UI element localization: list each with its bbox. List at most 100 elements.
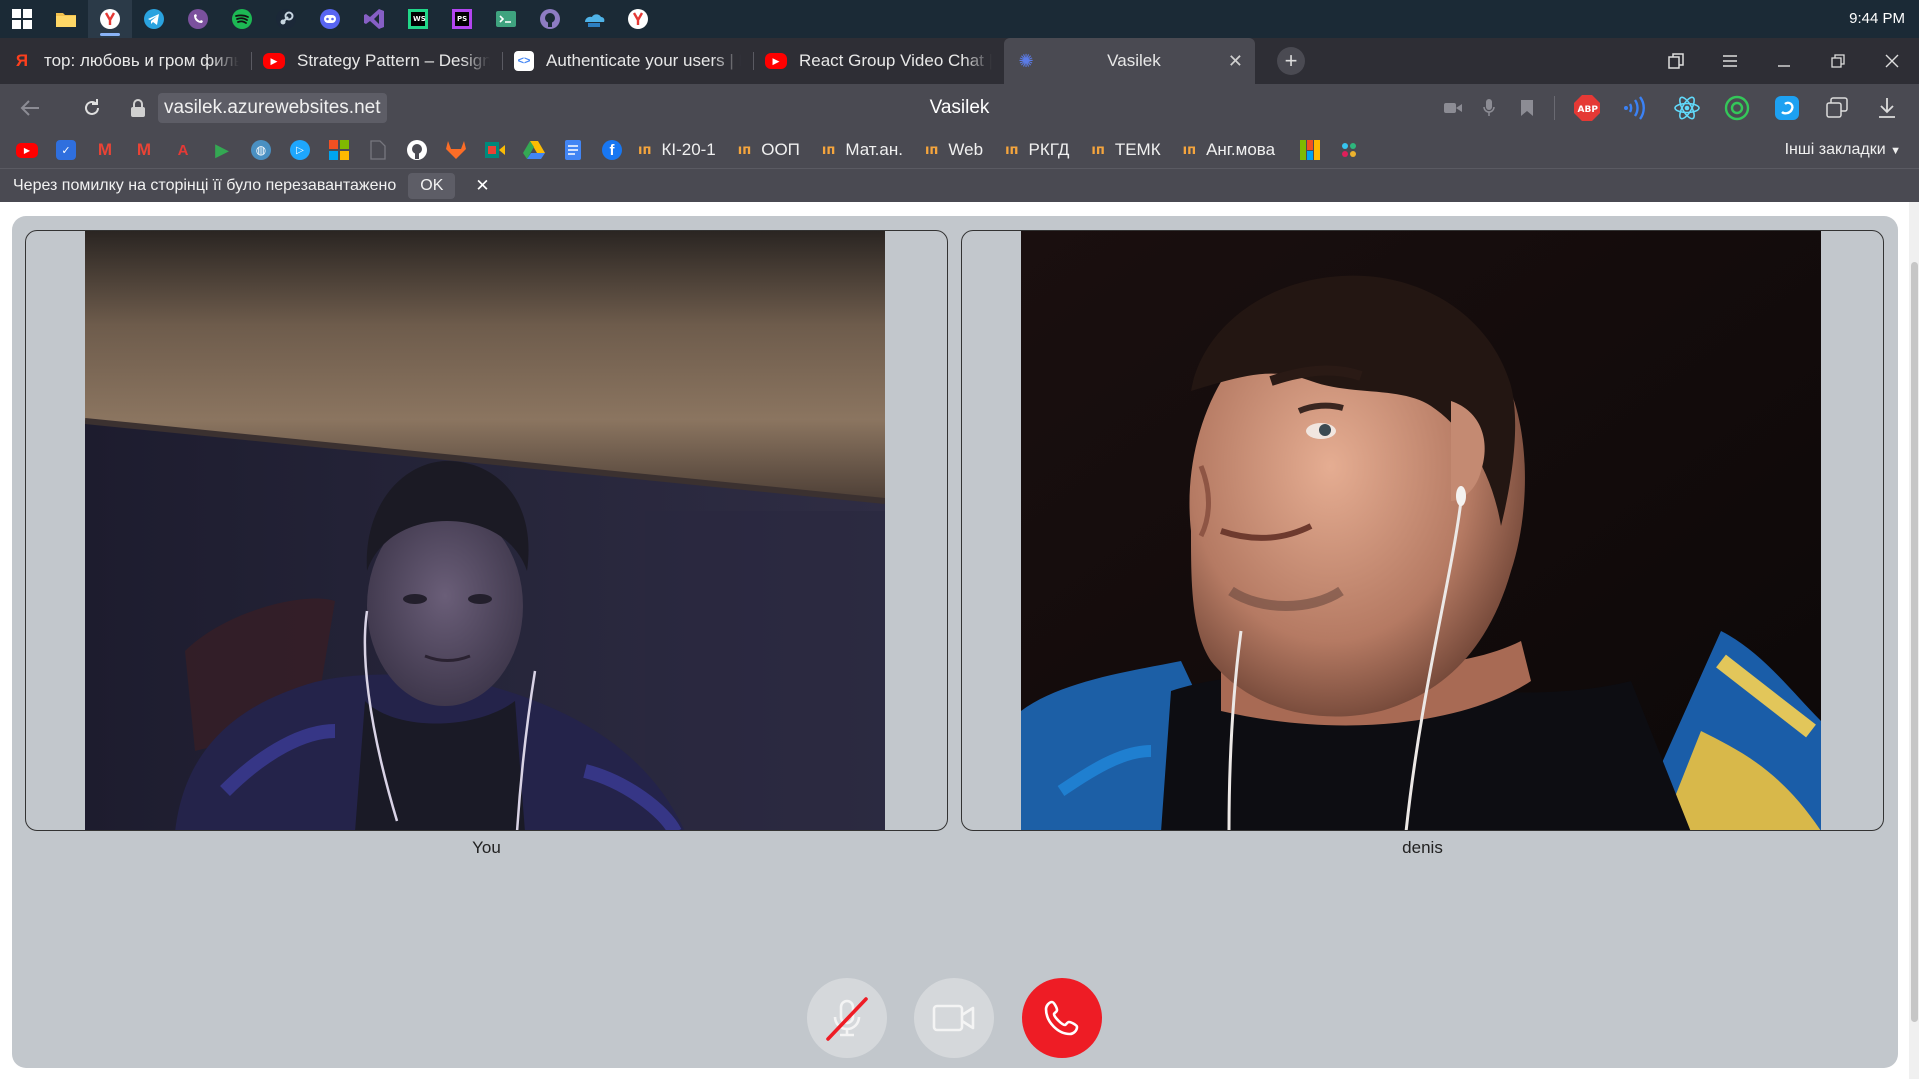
close-window-icon[interactable] (1865, 38, 1919, 84)
svg-text:WS: WS (413, 15, 426, 23)
system-clock[interactable]: 9:44 PM (1849, 0, 1905, 38)
minimize-icon[interactable] (1757, 38, 1811, 84)
infobar-close-icon[interactable]: ✕ (475, 176, 489, 196)
visual-studio-icon[interactable] (352, 0, 396, 38)
close-tab-icon[interactable]: ✕ (1228, 51, 1243, 72)
tab-title: Vasilek (1107, 51, 1161, 70)
windows-start-icon[interactable] (0, 0, 44, 38)
gitlab-bookmark-icon[interactable] (443, 137, 469, 163)
bookmark-folder-rkgd[interactable]: ıп РКГД (1005, 140, 1069, 160)
github-bookmark-icon[interactable] (404, 137, 430, 163)
back-button[interactable] (8, 88, 52, 128)
telegram-icon[interactable] (132, 0, 176, 38)
adblock-plus-icon[interactable]: ABP (1569, 90, 1605, 126)
docs-favicon-icon: <> (514, 51, 534, 71)
call-controls (12, 978, 1898, 1058)
youtube-favicon-icon: ▶ (263, 53, 285, 69)
collections-icon[interactable] (1819, 90, 1855, 126)
drive-bookmark-icon[interactable] (521, 137, 547, 163)
steam-icon[interactable] (264, 0, 308, 38)
meet-bookmark-icon[interactable] (482, 137, 508, 163)
globe-bookmark-icon[interactable]: ◍ (248, 137, 274, 163)
tab-title: Strategy Pattern – Design Patterns (297, 51, 490, 70)
downloads-icon[interactable] (1869, 90, 1905, 126)
webstorm-icon[interactable]: WS (396, 0, 440, 38)
gmail-bookmark-icon-2[interactable]: M (131, 137, 157, 163)
chevron-down-icon: ▼ (1890, 145, 1901, 157)
microphone-indicator-icon[interactable] (1478, 90, 1500, 126)
url-text[interactable]: vasilek.azurewebsites.net (158, 93, 387, 123)
folder-icon: ıп (924, 142, 939, 158)
local-participant-label: You (472, 838, 501, 857)
wifi-extension-icon[interactable] (1619, 90, 1655, 126)
tab-thor-search[interactable]: Я тор: любовь и гром фильм (0, 38, 251, 84)
youtube-bookmark-icon[interactable]: ▶ (14, 137, 40, 163)
toggle-camera-button[interactable] (914, 978, 994, 1058)
tab-title: Authenticate your users | Firebase (546, 51, 741, 70)
viber-icon[interactable] (176, 0, 220, 38)
tab-title: тор: любовь и гром фильм (44, 51, 239, 70)
bookmarks-bar: ▶ ✓ M M A ▶ ◍ ▷ f ıп КІ-20-1 ıп ООП ıп Мат.… (0, 132, 1919, 168)
tab-firebase-auth[interactable]: <> Authenticate your users | Firebase (502, 38, 753, 84)
chart-bookmark-icon[interactable]: ✓ (53, 137, 79, 163)
bookmark-icon[interactable] (1514, 90, 1540, 126)
camera-indicator-icon[interactable] (1442, 90, 1464, 126)
office-bookmark-icon[interactable] (326, 137, 352, 163)
lock-icon[interactable] (130, 98, 148, 118)
azure-data-studio-icon[interactable] (572, 0, 616, 38)
remote-participant-label: denis (1402, 838, 1443, 857)
bookmark-folder-label: Анг.мова (1206, 140, 1276, 159)
bookmark-folder-temk[interactable]: ıп ТЕМК (1091, 140, 1160, 160)
terminal-icon[interactable] (484, 0, 528, 38)
windows-apps-bookmark-icon[interactable] (1297, 137, 1323, 163)
blank-bookmark-icon[interactable] (365, 137, 391, 163)
bookmark-folder-label: Мат.ан. (845, 140, 903, 159)
gmail-bookmark-icon[interactable]: M (92, 137, 118, 163)
tab-manager-icon[interactable] (1649, 38, 1703, 84)
github-desktop-icon[interactable] (528, 0, 572, 38)
react-devtools-icon[interactable] (1669, 90, 1705, 126)
page-scrollbar[interactable] (1909, 202, 1919, 1079)
folder-icon: ıп (1005, 142, 1019, 158)
slack-bookmark-icon[interactable] (1336, 137, 1362, 163)
yandex-icon[interactable] (616, 0, 660, 38)
bookmark-folder-ki-20-1[interactable]: ıп КІ-20-1 (638, 140, 716, 160)
reload-button[interactable] (70, 88, 114, 128)
bookmark-folder-matan[interactable]: ıп Мат.ан. (822, 140, 903, 160)
tab-strategy-pattern[interactable]: ▶ Strategy Pattern – Design Patterns (251, 38, 502, 84)
scrollbar-thumb[interactable] (1911, 262, 1918, 1022)
hang-up-button[interactable] (1022, 978, 1102, 1058)
menu-icon[interactable] (1703, 38, 1757, 84)
bookmark-folder-english[interactable]: ıп Анг.мова (1183, 140, 1275, 160)
toggle-microphone-button[interactable] (807, 978, 887, 1058)
tab-react-video-chat[interactable]: ▶ React Group Video Chat | simple-peer (753, 38, 1004, 84)
page-viewport: You denis (0, 202, 1919, 1079)
address-bar-row: vasilek.azurewebsites.net Vasilek ABP (0, 84, 1919, 132)
edge-translate-icon[interactable] (1769, 90, 1805, 126)
infobar-ok-button[interactable]: OK (408, 172, 456, 199)
yandex-favicon-icon: Я (15, 51, 29, 70)
docs-bookmark-icon[interactable] (560, 137, 586, 163)
extensions-area: ABP (1442, 84, 1905, 132)
bookmark-folder-oop[interactable]: ıп ООП (738, 140, 800, 160)
facebook-bookmark-icon[interactable]: f (599, 137, 625, 163)
circle-extension-icon[interactable] (1719, 90, 1755, 126)
bookmark-folder-web[interactable]: ıп Web (925, 140, 983, 160)
translate-bookmark-icon[interactable]: A (170, 137, 196, 163)
restore-icon[interactable] (1811, 38, 1865, 84)
url-field[interactable]: vasilek.azurewebsites.net (124, 92, 395, 124)
bookmark-folder-label: ООП (761, 140, 800, 159)
other-bookmarks[interactable]: Інші закладки ▼ (1785, 141, 1901, 159)
file-explorer-icon[interactable] (44, 0, 88, 38)
discord-icon[interactable] (308, 0, 352, 38)
media-bookmark-icon[interactable]: ▷ (287, 137, 313, 163)
tab-vasilek[interactable]: ✺ Vasilek ✕ (1004, 38, 1255, 84)
yandex-browser-icon[interactable] (88, 0, 132, 38)
spotify-icon[interactable] (220, 0, 264, 38)
phpstorm-icon[interactable]: PS (440, 0, 484, 38)
new-tab-button[interactable]: + (1277, 47, 1305, 75)
folder-icon: ıп (638, 142, 652, 158)
play-bookmark-icon[interactable]: ▶ (209, 137, 235, 163)
bookmark-folder-label: ТЕМК (1114, 140, 1161, 159)
page-reloaded-infobar: Через помилку на сторінці її було переза… (0, 168, 1919, 202)
